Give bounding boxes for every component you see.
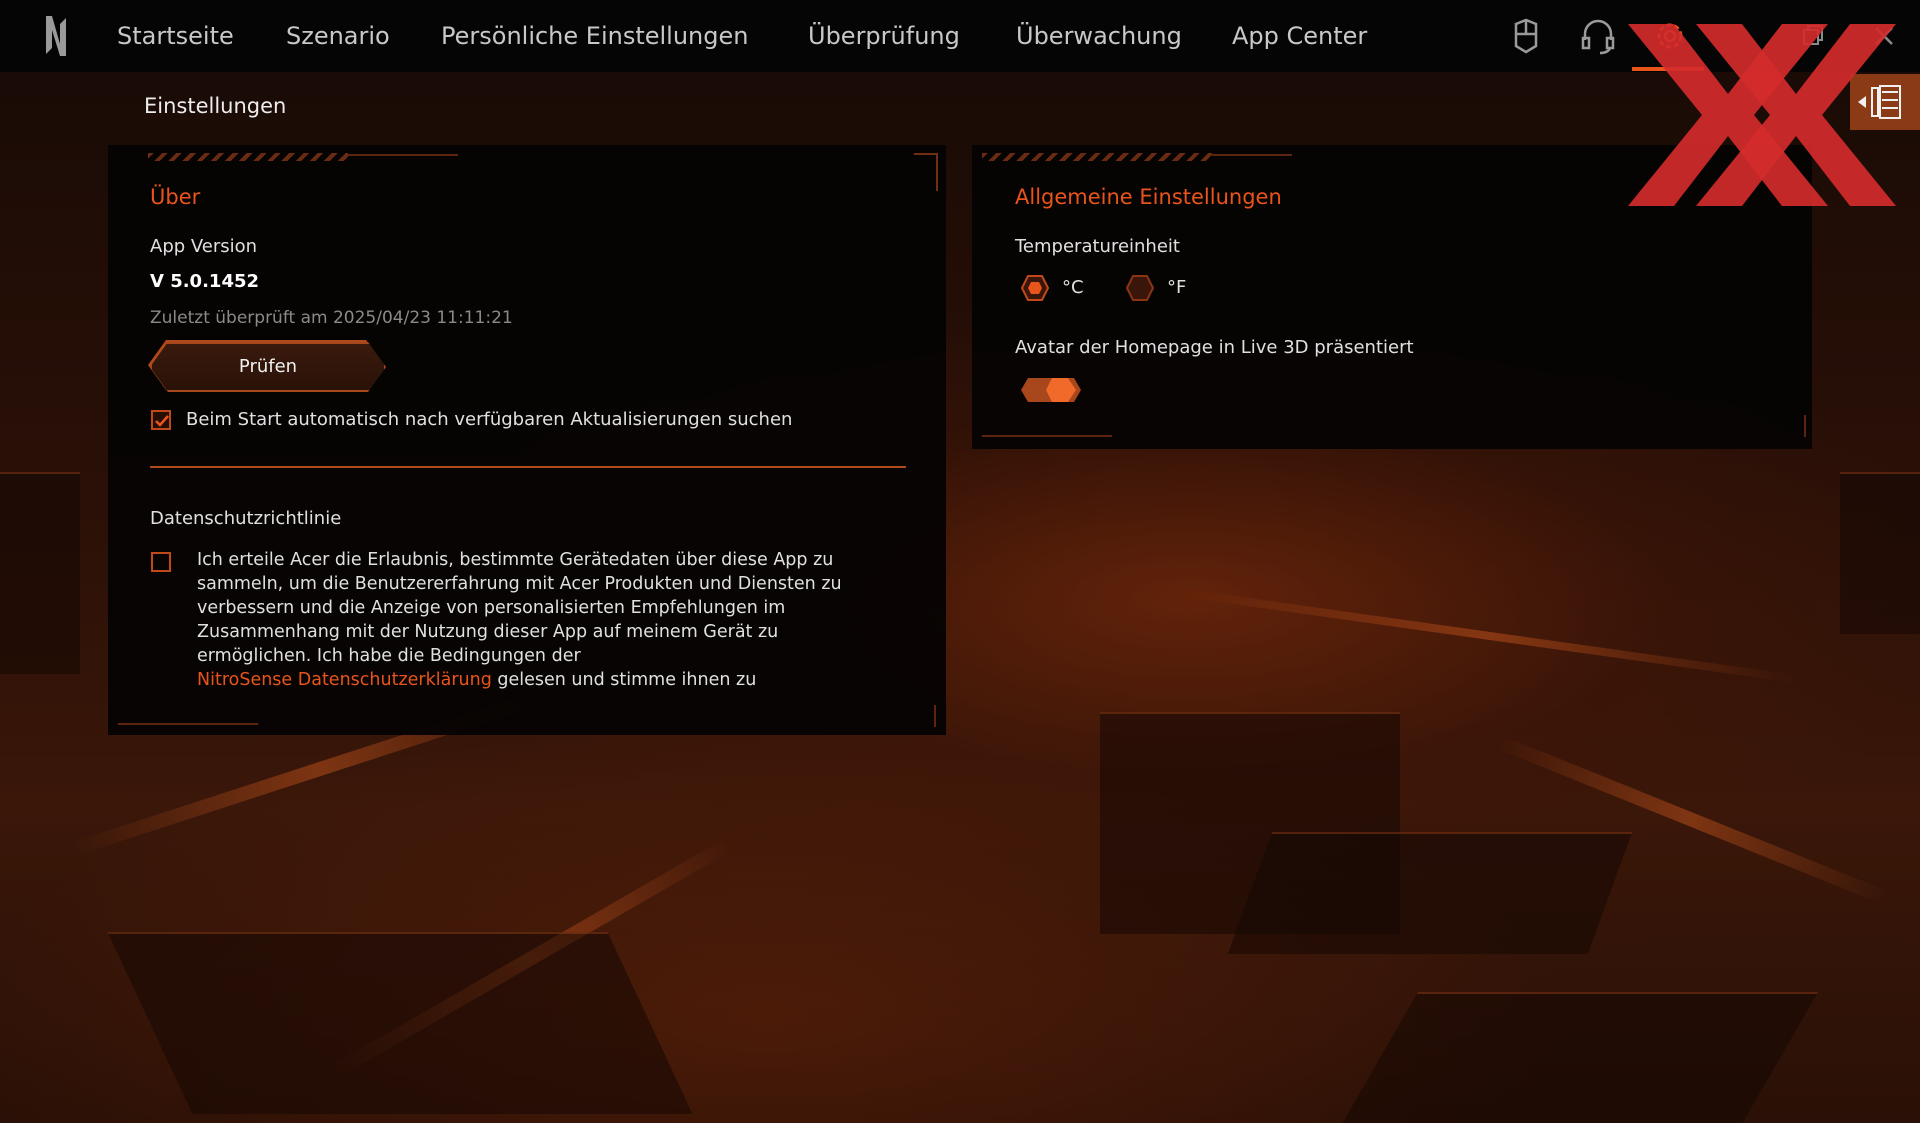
background-block xyxy=(0,472,80,674)
panel-decoration xyxy=(982,435,1112,437)
panel-decoration xyxy=(1212,154,1292,156)
about-section-title: Über xyxy=(150,185,201,209)
last-checked-text: Zuletzt überprüft am 2025/04/23 11:11:21 xyxy=(150,308,513,328)
background-beam xyxy=(1182,588,1798,684)
panel-decoration xyxy=(348,154,458,156)
app-version-label: App Version xyxy=(150,236,258,257)
privacy-statement-link[interactable]: NitroSense Datenschutzerklärung xyxy=(197,670,492,690)
auto-update-checkbox[interactable] xyxy=(151,410,171,430)
nav-ueberpruefung[interactable]: Überprüfung xyxy=(808,20,960,52)
privacy-policy-title: Datenschutzrichtlinie xyxy=(150,508,342,529)
temperature-unit-label: Temperatureinheit xyxy=(1015,236,1180,257)
background-block xyxy=(1227,832,1633,954)
panel-decoration xyxy=(934,705,936,727)
avatar-live-3d-label: Avatar der Homepage in Live 3D präsentie… xyxy=(1015,337,1414,358)
celsius-label: °C xyxy=(1062,277,1084,298)
page-title: Einstellungen xyxy=(144,94,287,118)
panel-decoration xyxy=(118,723,258,725)
nav-ueberwachung[interactable]: Überwachung xyxy=(1016,20,1182,52)
panel-decoration xyxy=(148,153,348,161)
background-block xyxy=(1341,992,1819,1123)
fahrenheit-label: °F xyxy=(1167,277,1187,298)
nav-startseite[interactable]: Startseite xyxy=(117,20,234,52)
checkmark-icon xyxy=(155,415,169,427)
mouse-icon[interactable] xyxy=(1506,16,1546,56)
avatar-live-3d-toggle[interactable] xyxy=(1020,377,1082,403)
consent-text-block: Ich erteile Acer die Erlaubnis, bestimmt… xyxy=(197,548,897,692)
app-version-value: V 5.0.1452 xyxy=(150,271,260,292)
panel-decoration xyxy=(1804,415,1806,437)
section-divider xyxy=(150,466,906,468)
nav-persoenliche-einstellungen[interactable]: Persönliche Einstellungen xyxy=(441,20,748,52)
consent-checkbox[interactable] xyxy=(151,552,171,572)
background-block xyxy=(107,932,693,1114)
auto-update-label: Beim Start automatisch nach verfügbaren … xyxy=(186,409,793,430)
general-settings-title: Allgemeine Einstellungen xyxy=(1015,185,1282,209)
nav-szenario[interactable]: Szenario xyxy=(286,20,390,52)
celsius-radio[interactable] xyxy=(1021,274,1049,302)
watermark-logo xyxy=(1628,24,1896,206)
consent-text: Ich erteile Acer die Erlaubnis, bestimmt… xyxy=(197,550,842,666)
nitro-logo-icon xyxy=(46,16,66,56)
panel-decoration xyxy=(982,153,1212,161)
panel-corner-decoration xyxy=(914,153,938,191)
headset-icon[interactable] xyxy=(1578,16,1618,56)
consent-tail-text: gelesen und stimme ihnen zu xyxy=(497,670,757,690)
background-block xyxy=(1840,472,1920,634)
nav-app-center[interactable]: App Center xyxy=(1232,20,1367,52)
fahrenheit-radio[interactable] xyxy=(1126,274,1154,302)
check-updates-button[interactable]: Prüfen xyxy=(150,342,386,392)
